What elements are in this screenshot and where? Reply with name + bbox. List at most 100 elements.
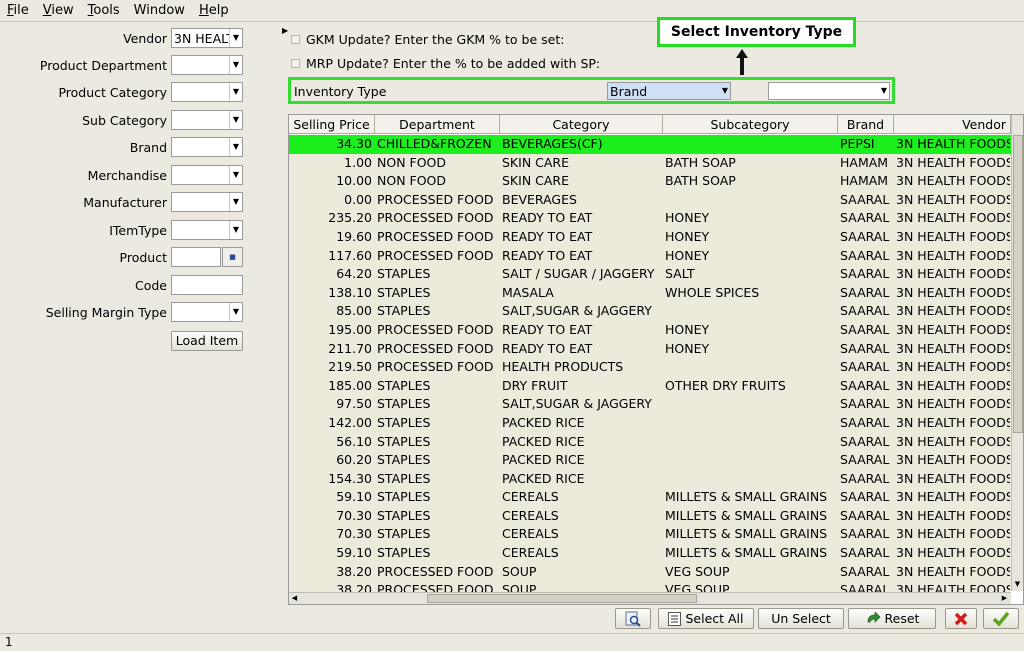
cell-subcategory: BATH SOAP xyxy=(665,173,736,189)
scroll-left-icon[interactable]: ◀ xyxy=(289,593,300,603)
preview-button[interactable] xyxy=(615,608,651,629)
selling-margin-type-select[interactable]: ▼ xyxy=(171,302,243,322)
horizontal-scroll-thumb[interactable] xyxy=(427,594,697,603)
vertical-scrollbar[interactable]: ▼ xyxy=(1011,115,1023,591)
table-row[interactable]: 1.00 NON FOOD SKIN CARE BATH SOAP HAMAM 3N HE… xyxy=(289,153,1011,173)
cell-department: STAPLES xyxy=(377,433,431,449)
cell-selling-price: 185.00 xyxy=(328,377,372,393)
unselect-button[interactable]: Un Select xyxy=(758,608,844,629)
chevron-down-icon: ▼ xyxy=(229,111,242,129)
table-row[interactable]: 85.00 STAPLES SALT,SUGAR & JAGGERY SAARAL 3N… xyxy=(289,302,1011,321)
table-row[interactable]: 10.00 NON FOOD SKIN CARE BATH SOAP HAMAM 3N H… xyxy=(289,172,1011,191)
table-row[interactable]: 142.00 STAPLES PACKED RICE SAARAL 3N HEALTH … xyxy=(289,413,1011,433)
table-row[interactable]: 154.30 STAPLES PACKED RICE SAARAL 3N HEALTH … xyxy=(289,469,1011,489)
column-header-subcategory[interactable]: Subcategory xyxy=(663,115,838,134)
menu-tools[interactable]: Tools xyxy=(81,3,127,18)
table-row[interactable]: 59.10 STAPLES CEREALS MILLETS & SMALL GRAIN… xyxy=(289,544,1011,563)
column-header-selling-price[interactable]: Selling Price xyxy=(289,115,375,134)
horizontal-scrollbar[interactable]: ◀ ▶ xyxy=(289,592,1011,604)
table-row[interactable]: 195.00 PROCESSED FOOD READY TO EAT HONEY SAA… xyxy=(289,320,1011,340)
cell-brand: SAARAL xyxy=(840,266,890,282)
cell-selling-price: 85.00 xyxy=(336,303,372,319)
menu-file[interactable]: File xyxy=(0,3,36,18)
product-input[interactable] xyxy=(171,247,221,267)
cell-category: SKIN CARE xyxy=(502,173,570,189)
product-department-row: Product Department ▼ xyxy=(0,55,280,77)
cell-selling-price: 19.60 xyxy=(336,228,372,244)
scroll-right-icon[interactable]: ▶ xyxy=(999,593,1010,603)
table-row[interactable]: 117.60 PROCESSED FOOD READY TO EAT HONEY SAA… xyxy=(289,246,1011,266)
table-row[interactable]: 97.50 STAPLES SALT,SUGAR & JAGGERY SAARAL 3N… xyxy=(289,395,1011,414)
product-category-select[interactable]: ▼ xyxy=(171,82,243,102)
table-row[interactable]: 70.30 STAPLES CEREALS MILLETS & SMALL GRAIN… xyxy=(289,525,1011,545)
cell-brand: HAMAM xyxy=(840,173,889,189)
scroll-down-icon[interactable]: ▼ xyxy=(1012,579,1023,589)
cell-department: PROCESSED FOOD xyxy=(377,582,494,592)
chevron-down-icon: ▼ xyxy=(879,83,889,99)
table-row[interactable]: 56.10 STAPLES PACKED RICE SAARAL 3N HEALTH F… xyxy=(289,432,1011,452)
chevron-down-icon: ▼ xyxy=(229,166,242,184)
cell-department: PROCESSED FOOD xyxy=(377,210,494,226)
cell-department: STAPLES xyxy=(377,470,431,486)
table-row[interactable]: 0.00 PROCESSED FOOD BEVERAGES SAARAL 3N HEAL… xyxy=(289,190,1011,210)
code-input[interactable] xyxy=(171,275,243,295)
cell-subcategory: MILLETS & SMALL GRAINS xyxy=(665,489,828,505)
inventory-value-select[interactable]: ▼ xyxy=(768,82,890,100)
table-row[interactable]: 19.60 PROCESSED FOOD READY TO EAT HONEY SAAR… xyxy=(289,227,1011,247)
table-row[interactable]: 219.50 PROCESSED FOOD HEALTH PRODUCTS SAARA… xyxy=(289,358,1011,377)
splitter-arrow-icon[interactable]: ▶ xyxy=(282,26,288,35)
cell-subcategory xyxy=(663,395,838,414)
cell-vendor: 3N HEALTH FOODS xyxy=(896,433,1011,449)
column-header-department[interactable]: Department xyxy=(375,115,500,134)
menu-help[interactable]: Help xyxy=(192,3,236,18)
table-row[interactable]: 38.20 PROCESSED FOOD SOUP VEG SOUP SAARAL 3N … xyxy=(289,562,1011,582)
table-row[interactable]: 64.20 STAPLES SALT / SUGAR / JAGGERY SALT SA… xyxy=(289,265,1011,284)
gkm-update-label: GKM Update? Enter the GKM % to be set: xyxy=(306,31,565,47)
mrp-update-checkbox[interactable] xyxy=(291,58,300,68)
gkm-update-option[interactable]: GKM Update? Enter the GKM % to be set: xyxy=(291,30,564,48)
vendor-select[interactable]: 3N HEALT ▼ xyxy=(171,28,243,48)
table-row[interactable]: 38.20 PROCESSED FOOD SOUP VEG SOUP SAARAL 3N … xyxy=(289,581,1011,592)
load-item-button[interactable]: Load Item xyxy=(171,331,243,351)
cell-category: PACKED RICE xyxy=(502,470,585,486)
cell-selling-price: 10.00 xyxy=(336,173,372,189)
table-header: Selling Price Department Category Subcat… xyxy=(289,115,1023,134)
table-row[interactable]: 34.30 CHILLED&FROZEN BEVERAGES(CF) PEPSI 3N … xyxy=(289,135,1011,154)
reset-button[interactable]: Reset xyxy=(848,608,936,629)
inventory-type-select[interactable]: Brand ▼ xyxy=(607,82,731,100)
menu-window[interactable]: Window xyxy=(127,3,192,18)
column-header-category[interactable]: Category xyxy=(500,115,663,134)
select-inventory-type-callout: Select Inventory Type xyxy=(657,17,856,47)
table-row[interactable]: 70.30 STAPLES CEREALS MILLETS & SMALL GRAIN… xyxy=(289,506,1011,526)
menu-view[interactable]: View xyxy=(36,3,81,18)
cell-selling-price: 219.50 xyxy=(328,359,372,375)
cell-selling-price: 211.70 xyxy=(328,340,372,356)
table-row[interactable]: 138.10 STAPLES MASALA WHOLE SPICES SAARAL 3N … xyxy=(289,283,1011,303)
cell-category: CEREALS xyxy=(502,489,559,505)
cell-department: STAPLES xyxy=(377,266,431,282)
product-department-select[interactable]: ▼ xyxy=(171,55,243,75)
column-header-brand[interactable]: Brand xyxy=(838,115,894,134)
table-row[interactable]: 59.10 STAPLES CEREALS MILLETS & SMALL GRAIN… xyxy=(289,488,1011,507)
manufacturer-select[interactable]: ▼ xyxy=(171,192,243,212)
vertical-scroll-thumb[interactable] xyxy=(1013,135,1023,433)
merchandise-select[interactable]: ▼ xyxy=(171,165,243,185)
cell-department: STAPLES xyxy=(377,489,431,505)
chevron-down-icon: ▼ xyxy=(229,193,242,211)
cancel-button[interactable] xyxy=(945,608,977,629)
cell-category: BEVERAGES(CF) xyxy=(502,136,603,151)
brand-select[interactable]: ▼ xyxy=(171,137,243,157)
item-type-select[interactable]: ▼ xyxy=(171,220,243,240)
mrp-update-option[interactable]: MRP Update? Enter the % to be added with… xyxy=(291,54,600,72)
confirm-button[interactable] xyxy=(983,608,1019,629)
table-row[interactable]: 211.70 PROCESSED FOOD READY TO EAT HONEY SAA… xyxy=(289,339,1011,359)
table-row[interactable]: 235.20 PROCESSED FOOD READY TO EAT HONEY SAA… xyxy=(289,209,1011,228)
table-row[interactable]: 60.20 STAPLES PACKED RICE SAARAL 3N HEALTH F… xyxy=(289,451,1011,470)
table-row[interactable]: 185.00 STAPLES DRY FRUIT OTHER DRY FRUITS SA… xyxy=(289,376,1011,396)
gkm-update-checkbox[interactable] xyxy=(291,34,300,44)
select-all-button[interactable]: Select All xyxy=(658,608,754,629)
item-type-row: ITemType ▼ xyxy=(0,220,280,242)
sub-category-select[interactable]: ▼ xyxy=(171,110,243,130)
product-lookup-button[interactable]: ■ xyxy=(222,247,243,267)
column-header-vendor[interactable]: Vendor xyxy=(894,115,1011,134)
